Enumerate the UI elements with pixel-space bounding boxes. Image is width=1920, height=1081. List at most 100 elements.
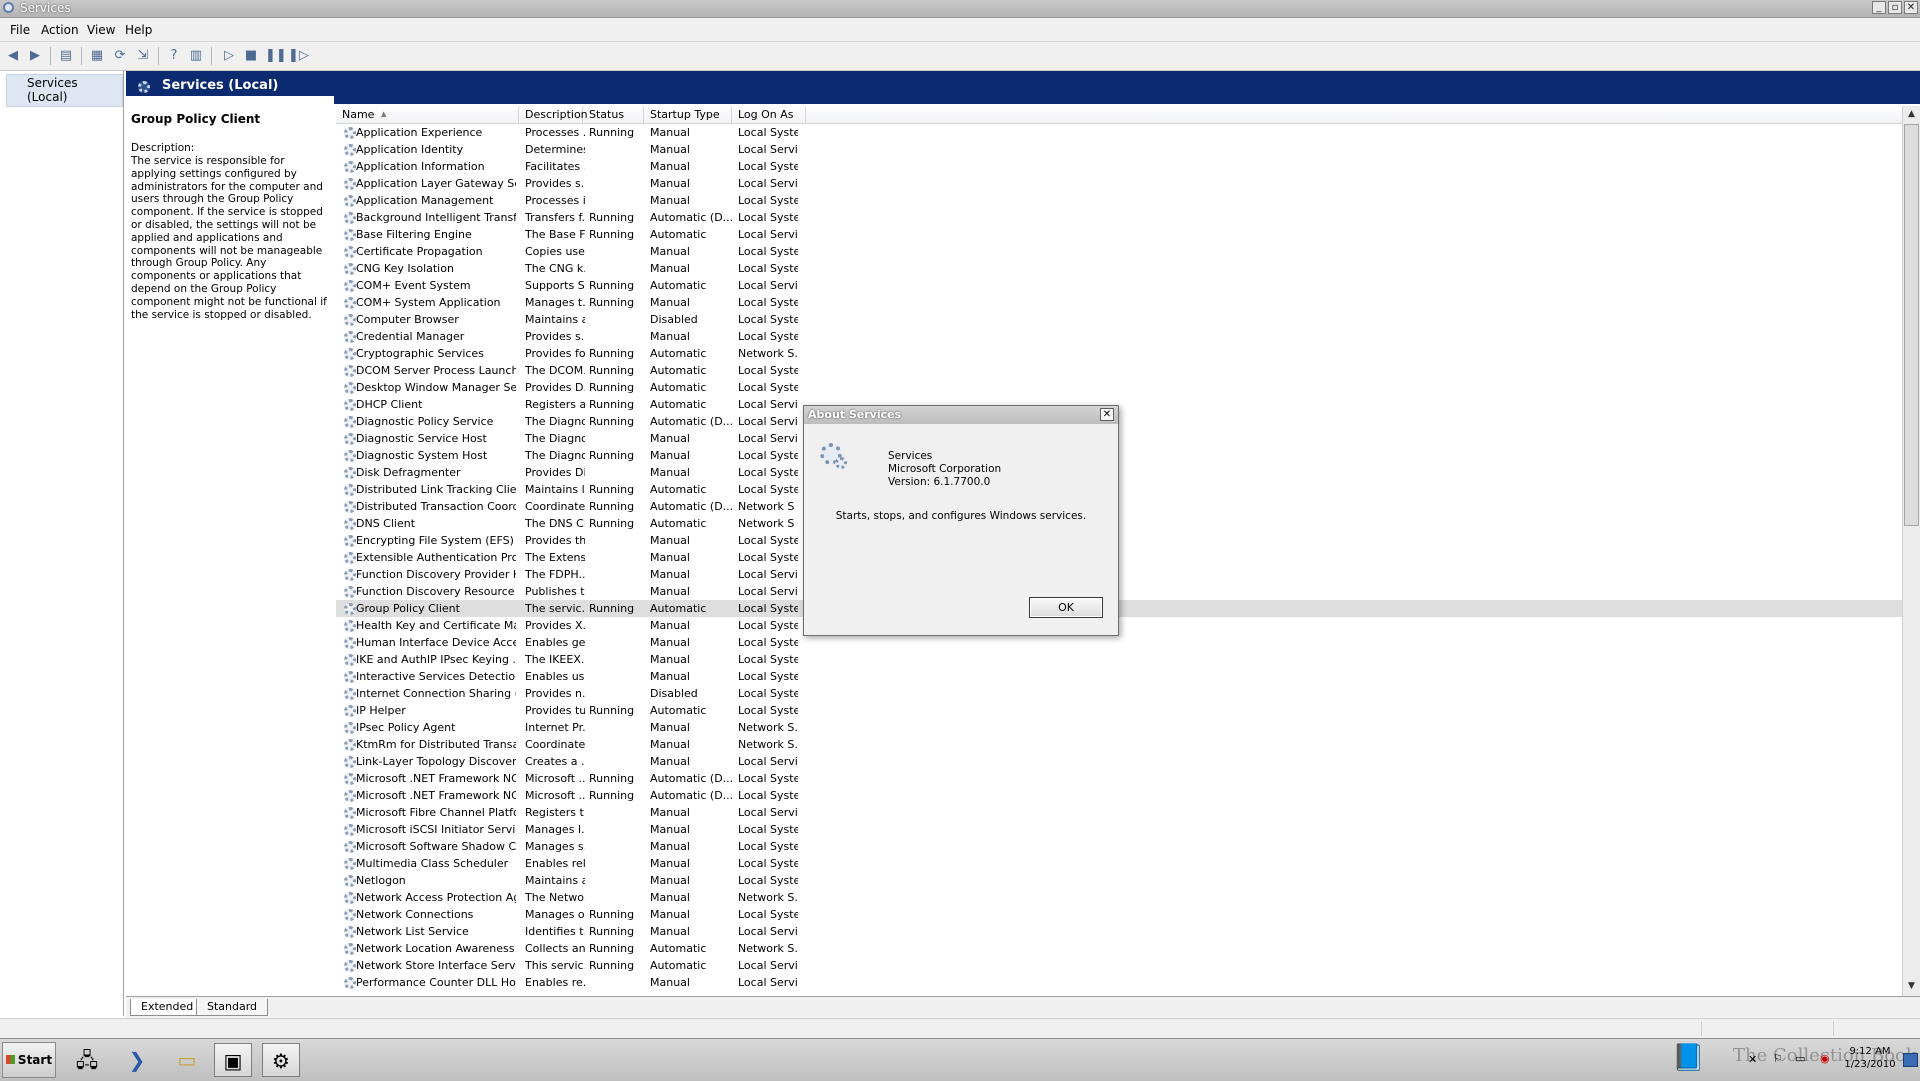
- table-row[interactable]: Disk Defragmenter Provides Di... Manual Loc…: [336, 464, 1902, 481]
- column-header-description[interactable]: Description: [519, 106, 588, 123]
- column-header-log-on-as[interactable]: Log On As: [732, 106, 806, 123]
- table-row[interactable]: DHCP Client Registers a... Running Automati…: [336, 396, 1902, 413]
- table-row[interactable]: Network Location Awareness Collects an...…: [336, 940, 1902, 957]
- table-row[interactable]: Base Filtering Engine The Base F... Runnin…: [336, 226, 1902, 243]
- tray-flag-icon[interactable]: ⚐: [1773, 1052, 1783, 1065]
- table-row[interactable]: Link-Layer Topology Discover... Creates a…: [336, 753, 1902, 770]
- start-service-icon[interactable]: ▷: [220, 47, 238, 65]
- show-desktop-icon[interactable]: [1903, 1053, 1918, 1067]
- help-icon[interactable]: ?: [165, 47, 183, 65]
- table-row[interactable]: DCOM Server Process Launcher The DCOM... R…: [336, 362, 1902, 379]
- table-row[interactable]: Function Discovery Provider H... The FDPH…: [336, 566, 1902, 583]
- powershell-icon[interactable]: ❯: [118, 1043, 156, 1077]
- column-header-name[interactable]: Name ▲: [336, 106, 519, 123]
- tab-standard[interactable]: Standard: [196, 999, 269, 1016]
- table-row[interactable]: IP Helper Provides tu... Running Automatic L…: [336, 702, 1902, 719]
- menu-file[interactable]: File: [10, 23, 30, 37]
- table-row[interactable]: Multimedia Class Scheduler Enables rel...…: [336, 855, 1902, 872]
- table-row[interactable]: COM+ System Application Manages t... Runni…: [336, 294, 1902, 311]
- table-row[interactable]: Network Access Protection Ag... The Netwo…: [336, 889, 1902, 906]
- start-button[interactable]: Start: [2, 1042, 56, 1078]
- table-row[interactable]: Microsoft Software Shadow C... Manages s.…: [336, 838, 1902, 855]
- scroll-up-arrow-icon[interactable]: ▲: [1903, 106, 1920, 122]
- minimize-button[interactable]: _: [1872, 1, 1886, 14]
- table-row[interactable]: COM+ Event System Supports S... Running Aut…: [336, 277, 1902, 294]
- show-hide-console-tree-icon[interactable]: ▤: [57, 47, 75, 65]
- dialog-title-bar[interactable]: About Services ✕: [804, 406, 1118, 424]
- column-header-startup-type[interactable]: Startup Type: [644, 106, 732, 123]
- pause-service-icon[interactable]: ❚❚: [265, 47, 287, 65]
- table-row[interactable]: Application Identity Determines... Manual L…: [336, 141, 1902, 158]
- table-row[interactable]: Group Policy Client The servic... Running A…: [336, 600, 1902, 617]
- table-row[interactable]: Application Layer Gateway Se... Provides …: [336, 175, 1902, 192]
- close-button[interactable]: ✕: [1904, 1, 1918, 14]
- vertical-scrollbar[interactable]: ▲ ▼: [1902, 106, 1920, 996]
- menu-action[interactable]: Action: [41, 23, 79, 37]
- properties-icon[interactable]: ▦: [88, 47, 106, 65]
- table-row[interactable]: Microsoft .NET Framework NG... Microsoft …: [336, 787, 1902, 804]
- table-row[interactable]: Extensible Authentication Pro... The Exte…: [336, 549, 1902, 566]
- table-row[interactable]: Human Interface Device Access Enables ge.…: [336, 634, 1902, 651]
- table-row[interactable]: Cryptographic Services Provides fo... Runn…: [336, 345, 1902, 362]
- forward-arrow-icon[interactable]: ▶: [26, 47, 44, 65]
- services-taskbar-icon[interactable]: ⚙: [262, 1043, 300, 1077]
- table-row[interactable]: Distributed Transaction Coord... Coordina…: [336, 498, 1902, 515]
- window-title-bar[interactable]: Services _ ▫ ✕: [0, 0, 1920, 18]
- table-row[interactable]: Diagnostic System Host The Diagno... Runni…: [336, 447, 1902, 464]
- table-row[interactable]: Credential Manager Provides s... Manual Loc…: [336, 328, 1902, 345]
- table-row[interactable]: CNG Key Isolation The CNG k... Manual Local…: [336, 260, 1902, 277]
- table-row[interactable]: Background Intelligent Transf... Transfer…: [336, 209, 1902, 226]
- tray-volume-icon[interactable]: ◉: [1820, 1052, 1830, 1065]
- menu-view[interactable]: View: [87, 23, 115, 37]
- refresh-icon[interactable]: ⟳: [111, 47, 129, 65]
- table-row[interactable]: Desktop Window Manager Se... Provides D..…: [336, 379, 1902, 396]
- table-row[interactable]: IPsec Policy Agent Internet Pr... Manual Ne…: [336, 719, 1902, 736]
- cell-logon: Local Servi: [738, 432, 798, 445]
- table-row[interactable]: Computer Browser Maintains a... Disabled Lo…: [336, 311, 1902, 328]
- table-row[interactable]: Application Information Facilitates ... Ma…: [336, 158, 1902, 175]
- back-arrow-icon[interactable]: ◀: [4, 47, 22, 65]
- stop-service-icon[interactable]: ■: [242, 47, 260, 65]
- table-row[interactable]: Distributed Link Tracking Client Maintain…: [336, 481, 1902, 498]
- tray-expand-icon[interactable]: ✕: [1748, 1053, 1757, 1066]
- control-panel-icon[interactable]: ▣: [214, 1043, 252, 1077]
- restore-button[interactable]: ▫: [1888, 1, 1902, 14]
- table-row[interactable]: Microsoft .NET Framework NG... Microsoft …: [336, 770, 1902, 787]
- column-header-status[interactable]: Status: [583, 106, 644, 123]
- ok-button[interactable]: OK: [1029, 597, 1103, 618]
- scroll-down-arrow-icon[interactable]: ▼: [1903, 978, 1920, 994]
- services-list[interactable]: Name ▲ Description Status Startup Type L…: [336, 106, 1902, 996]
- restart-service-icon[interactable]: ❚▷: [288, 47, 309, 65]
- table-row[interactable]: Network List Service Identifies t... Runni…: [336, 923, 1902, 940]
- export-list-icon[interactable]: ⇲: [134, 47, 152, 65]
- scrollbar-thumb[interactable]: [1904, 124, 1919, 526]
- table-row[interactable]: Certificate Propagation Copies use... Manu…: [336, 243, 1902, 260]
- table-row[interactable]: Encrypting File System (EFS) Provides th.…: [336, 532, 1902, 549]
- dialog-close-button[interactable]: ✕: [1100, 408, 1114, 421]
- table-row[interactable]: Microsoft iSCSI Initiator Service Manages…: [336, 821, 1902, 838]
- show-action-pane-icon[interactable]: ▥: [187, 47, 205, 65]
- table-row[interactable]: Diagnostic Service Host The Diagno... Manu…: [336, 430, 1902, 447]
- table-row[interactable]: Application Management Processes i... Manu…: [336, 192, 1902, 209]
- table-row[interactable]: Network Store Interface Service This serv…: [336, 957, 1902, 974]
- explorer-folder-icon[interactable]: ▭: [168, 1043, 206, 1077]
- table-row[interactable]: KtmRm for Distributed Transa... Coordinat…: [336, 736, 1902, 753]
- tree-node-services-local[interactable]: Services (Local): [6, 74, 123, 107]
- table-row[interactable]: Netlogon Maintains a... Manual Local System: [336, 872, 1902, 889]
- table-row[interactable]: Performance Counter DLL Host Enables re..…: [336, 974, 1902, 991]
- menu-help[interactable]: Help: [125, 23, 152, 37]
- tab-extended[interactable]: Extended: [130, 999, 205, 1016]
- table-row[interactable]: Diagnostic Policy Service The Diagno... Ru…: [336, 413, 1902, 430]
- table-row[interactable]: Interactive Services Detection Enables us…: [336, 668, 1902, 685]
- table-row[interactable]: Network Connections Manages o... Running Ma…: [336, 906, 1902, 923]
- table-row[interactable]: IKE and AuthIP IPsec Keying ... The IKEEX…: [336, 651, 1902, 668]
- table-row[interactable]: DNS Client The DNS Cl... Running Automatic N…: [336, 515, 1902, 532]
- taskbar-clock[interactable]: 9:12 AM 1/23/2010: [1835, 1045, 1905, 1071]
- server-manager-icon[interactable]: 🖧: [68, 1043, 106, 1077]
- table-row[interactable]: Internet Connection Sharing (... Provides…: [336, 685, 1902, 702]
- table-row[interactable]: Microsoft Fibre Channel Platfo... Registe…: [336, 804, 1902, 821]
- table-row[interactable]: Function Discovery Resource ... Publishes…: [336, 583, 1902, 600]
- table-row[interactable]: Application Experience Processes ... Runni…: [336, 124, 1902, 141]
- table-row[interactable]: Health Key and Certificate Ma... Provides…: [336, 617, 1902, 634]
- tray-network-icon[interactable]: ▭: [1795, 1052, 1805, 1065]
